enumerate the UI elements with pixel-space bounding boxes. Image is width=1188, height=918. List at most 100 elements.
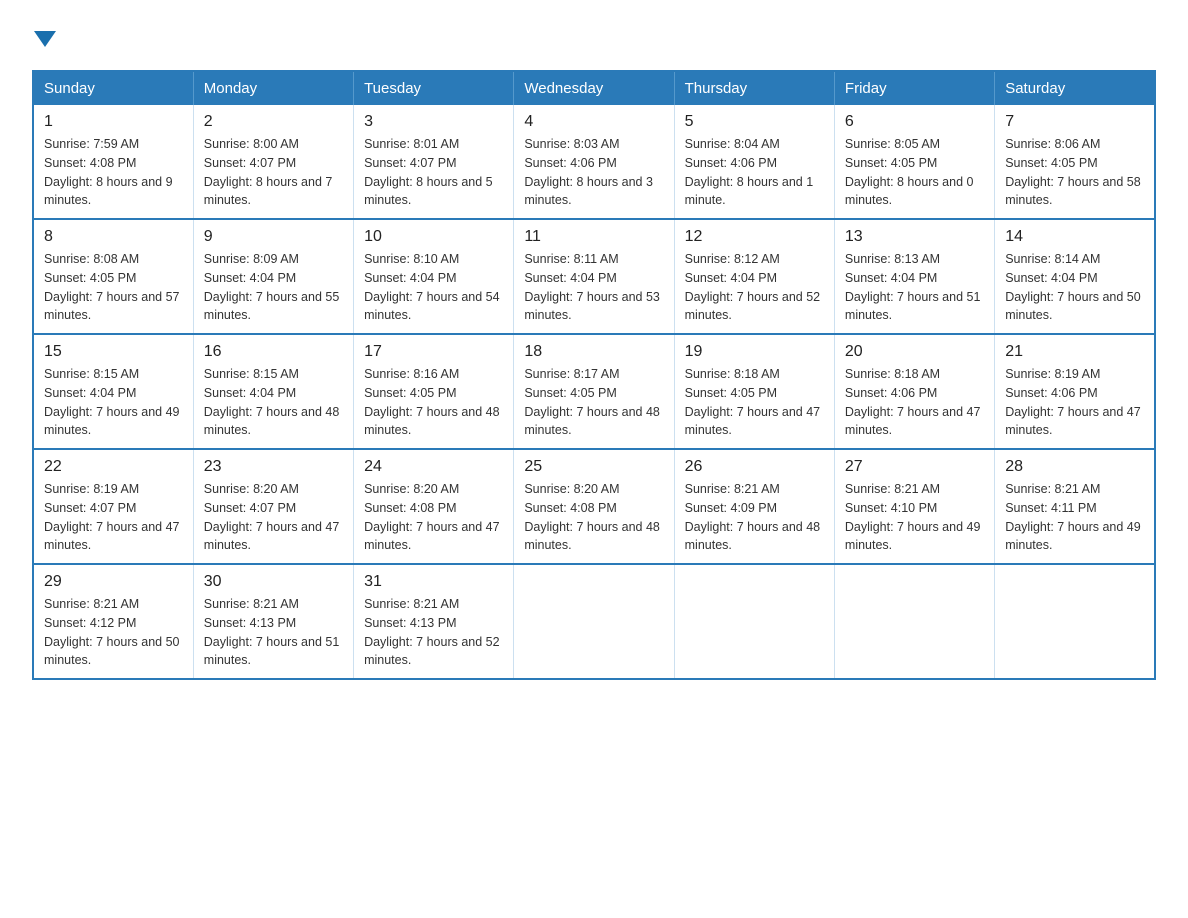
daylight-label: Daylight: 7 hours and 48 minutes. [524,520,660,553]
sunrise-label: Sunrise: 8:05 AM [845,137,940,151]
daylight-label: Daylight: 7 hours and 49 minutes. [44,405,180,438]
calendar-day-cell: 16 Sunrise: 8:15 AM Sunset: 4:04 PM Dayl… [193,334,353,449]
calendar-day-cell: 5 Sunrise: 8:04 AM Sunset: 4:06 PM Dayli… [674,105,834,219]
daylight-label: Daylight: 8 hours and 9 minutes. [44,175,173,208]
sunset-label: Sunset: 4:06 PM [845,386,937,400]
day-info: Sunrise: 8:05 AM Sunset: 4:05 PM Dayligh… [845,135,984,210]
day-number: 7 [1005,113,1144,131]
logo [32,24,56,52]
day-info: Sunrise: 8:14 AM Sunset: 4:04 PM Dayligh… [1005,250,1144,325]
day-info: Sunrise: 8:15 AM Sunset: 4:04 PM Dayligh… [44,365,183,440]
sunrise-label: Sunrise: 8:21 AM [44,597,139,611]
sunrise-label: Sunrise: 8:20 AM [204,482,299,496]
sunset-label: Sunset: 4:13 PM [204,616,296,630]
calendar-header-monday: Monday [193,71,353,105]
daylight-label: Daylight: 7 hours and 55 minutes. [204,290,340,323]
day-info: Sunrise: 8:10 AM Sunset: 4:04 PM Dayligh… [364,250,503,325]
sunrise-label: Sunrise: 8:01 AM [364,137,459,151]
daylight-label: Daylight: 7 hours and 49 minutes. [1005,520,1141,553]
day-number: 11 [524,228,663,246]
logo-triangle-icon [34,31,56,47]
day-info: Sunrise: 8:11 AM Sunset: 4:04 PM Dayligh… [524,250,663,325]
sunset-label: Sunset: 4:08 PM [364,501,456,515]
sunset-label: Sunset: 4:05 PM [1005,156,1097,170]
sunset-label: Sunset: 4:06 PM [524,156,616,170]
day-number: 15 [44,343,183,361]
day-number: 17 [364,343,503,361]
calendar-day-cell [995,564,1155,679]
daylight-label: Daylight: 7 hours and 48 minutes. [204,405,340,438]
sunset-label: Sunset: 4:07 PM [204,501,296,515]
sunrise-label: Sunrise: 8:14 AM [1005,252,1100,266]
sunset-label: Sunset: 4:04 PM [204,271,296,285]
daylight-label: Daylight: 7 hours and 49 minutes. [845,520,981,553]
daylight-label: Daylight: 8 hours and 0 minutes. [845,175,974,208]
day-number: 30 [204,573,343,591]
calendar-day-cell: 27 Sunrise: 8:21 AM Sunset: 4:10 PM Dayl… [834,449,994,564]
day-info: Sunrise: 8:12 AM Sunset: 4:04 PM Dayligh… [685,250,824,325]
sunset-label: Sunset: 4:11 PM [1005,501,1097,515]
calendar-day-cell: 30 Sunrise: 8:21 AM Sunset: 4:13 PM Dayl… [193,564,353,679]
sunrise-label: Sunrise: 8:08 AM [44,252,139,266]
daylight-label: Daylight: 8 hours and 1 minute. [685,175,814,208]
calendar-day-cell: 14 Sunrise: 8:14 AM Sunset: 4:04 PM Dayl… [995,219,1155,334]
sunrise-label: Sunrise: 8:03 AM [524,137,619,151]
sunrise-label: Sunrise: 8:13 AM [845,252,940,266]
day-info: Sunrise: 8:09 AM Sunset: 4:04 PM Dayligh… [204,250,343,325]
calendar-day-cell: 2 Sunrise: 8:00 AM Sunset: 4:07 PM Dayli… [193,105,353,219]
daylight-label: Daylight: 7 hours and 52 minutes. [364,635,500,668]
day-number: 21 [1005,343,1144,361]
calendar-header-friday: Friday [834,71,994,105]
day-info: Sunrise: 7:59 AM Sunset: 4:08 PM Dayligh… [44,135,183,210]
day-info: Sunrise: 8:16 AM Sunset: 4:05 PM Dayligh… [364,365,503,440]
sunset-label: Sunset: 4:13 PM [364,616,456,630]
day-info: Sunrise: 8:01 AM Sunset: 4:07 PM Dayligh… [364,135,503,210]
sunset-label: Sunset: 4:09 PM [685,501,777,515]
sunset-label: Sunset: 4:05 PM [364,386,456,400]
day-number: 22 [44,458,183,476]
sunrise-label: Sunrise: 8:12 AM [685,252,780,266]
calendar-header-sunday: Sunday [33,71,193,105]
sunrise-label: Sunrise: 7:59 AM [44,137,139,151]
sunset-label: Sunset: 4:07 PM [364,156,456,170]
day-number: 25 [524,458,663,476]
daylight-label: Daylight: 7 hours and 48 minutes. [524,405,660,438]
sunrise-label: Sunrise: 8:09 AM [204,252,299,266]
daylight-label: Daylight: 7 hours and 50 minutes. [44,635,180,668]
day-number: 1 [44,113,183,131]
sunrise-label: Sunrise: 8:15 AM [44,367,139,381]
day-number: 13 [845,228,984,246]
calendar-day-cell: 31 Sunrise: 8:21 AM Sunset: 4:13 PM Dayl… [354,564,514,679]
daylight-label: Daylight: 7 hours and 57 minutes. [44,290,180,323]
calendar-day-cell: 8 Sunrise: 8:08 AM Sunset: 4:05 PM Dayli… [33,219,193,334]
calendar-header-thursday: Thursday [674,71,834,105]
calendar-day-cell: 15 Sunrise: 8:15 AM Sunset: 4:04 PM Dayl… [33,334,193,449]
calendar-day-cell: 21 Sunrise: 8:19 AM Sunset: 4:06 PM Dayl… [995,334,1155,449]
calendar-day-cell: 25 Sunrise: 8:20 AM Sunset: 4:08 PM Dayl… [514,449,674,564]
daylight-label: Daylight: 7 hours and 47 minutes. [845,405,981,438]
day-info: Sunrise: 8:13 AM Sunset: 4:04 PM Dayligh… [845,250,984,325]
sunrise-label: Sunrise: 8:21 AM [1005,482,1100,496]
calendar-day-cell: 19 Sunrise: 8:18 AM Sunset: 4:05 PM Dayl… [674,334,834,449]
sunset-label: Sunset: 4:05 PM [685,386,777,400]
sunrise-label: Sunrise: 8:11 AM [524,252,618,266]
sunrise-label: Sunrise: 8:21 AM [685,482,780,496]
sunrise-label: Sunrise: 8:21 AM [845,482,940,496]
day-info: Sunrise: 8:00 AM Sunset: 4:07 PM Dayligh… [204,135,343,210]
day-number: 16 [204,343,343,361]
sunrise-label: Sunrise: 8:10 AM [364,252,459,266]
day-info: Sunrise: 8:19 AM Sunset: 4:06 PM Dayligh… [1005,365,1144,440]
sunrise-label: Sunrise: 8:19 AM [1005,367,1100,381]
calendar-header-tuesday: Tuesday [354,71,514,105]
daylight-label: Daylight: 7 hours and 47 minutes. [364,520,500,553]
calendar-day-cell: 11 Sunrise: 8:11 AM Sunset: 4:04 PM Dayl… [514,219,674,334]
day-info: Sunrise: 8:20 AM Sunset: 4:08 PM Dayligh… [364,480,503,555]
calendar-day-cell: 1 Sunrise: 7:59 AM Sunset: 4:08 PM Dayli… [33,105,193,219]
sunset-label: Sunset: 4:06 PM [1005,386,1097,400]
sunrise-label: Sunrise: 8:18 AM [845,367,940,381]
sunset-label: Sunset: 4:05 PM [524,386,616,400]
calendar-header-saturday: Saturday [995,71,1155,105]
sunset-label: Sunset: 4:07 PM [44,501,136,515]
calendar-day-cell: 17 Sunrise: 8:16 AM Sunset: 4:05 PM Dayl… [354,334,514,449]
sunset-label: Sunset: 4:04 PM [364,271,456,285]
